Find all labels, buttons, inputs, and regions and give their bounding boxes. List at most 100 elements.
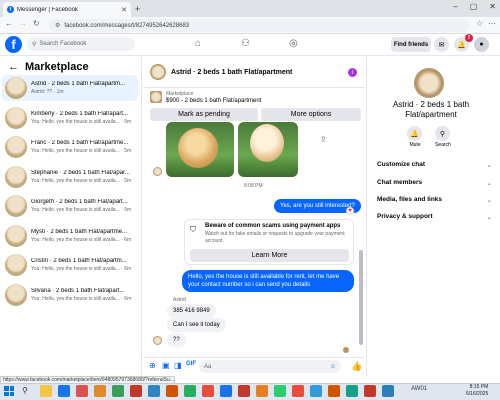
app-icon[interactable] <box>202 385 214 397</box>
url-field[interactable]: ⚙ facebook.com/messages/t/82749526426286… <box>49 19 469 32</box>
chat-members-row[interactable]: Chat members ⌄ <box>377 179 492 187</box>
listing-price[interactable]: $900 - 2 beds 1 bath Flat/apartment <box>166 98 261 104</box>
app-icon[interactable] <box>130 385 142 397</box>
app-icon[interactable] <box>76 385 88 397</box>
listing-thumbnail[interactable] <box>150 91 162 103</box>
emoji-icon[interactable]: ☺ <box>330 364 336 370</box>
sticker-icon[interactable]: ◨ <box>174 361 182 370</box>
conversation-item[interactable]: Stephanie · 2 beds 1 bath Flat/apar... Yo… <box>2 164 138 190</box>
list-title: Marketplace <box>25 61 89 73</box>
facebook-logo-icon[interactable]: f <box>5 36 22 53</box>
more-options-button[interactable]: More options <box>261 108 361 121</box>
app-icon[interactable] <box>310 385 322 397</box>
file-explorer-icon[interactable] <box>40 385 52 397</box>
search-input[interactable]: ⚲ Search Facebook <box>27 37 135 51</box>
gif-icon[interactable]: GIF <box>186 361 196 367</box>
mark-pending-button[interactable]: Mark as pending <box>150 108 258 121</box>
mute-button[interactable]: 🔔 <box>407 126 422 141</box>
conversation-item[interactable]: Astrid · 2 beds 1 bath Flat/apartm... Ast… <box>2 75 138 101</box>
minimize-button[interactable]: – <box>453 2 457 11</box>
star-icon[interactable]: ☆ <box>476 19 483 28</box>
taskbar-search-icon[interactable]: ⚲ <box>22 386 28 395</box>
privacy-support-row[interactable]: Privacy & support ⌄ <box>377 213 492 221</box>
conversation-item[interactable]: Mysti · 2 beds 1 bath Flat/apartme... You… <box>2 223 138 249</box>
new-tab-button[interactable]: + <box>135 4 140 14</box>
app-icon[interactable] <box>94 385 106 397</box>
row-label: Chat members <box>377 179 423 186</box>
conversation-name: Kimberly · 2 beds 1 bath Flat/apart... <box>31 110 129 117</box>
plus-icon[interactable]: ⊕ <box>149 361 156 370</box>
chat-title[interactable]: Astrid · 2 beds 1 bath Flat/apartment <box>171 69 292 76</box>
scam-text: Watch out for fake emails or requests to… <box>205 231 345 244</box>
message-incoming[interactable]: 385 416 9849 <box>167 304 216 319</box>
photo-icon[interactable]: ▣ <box>162 361 170 370</box>
chat-avatar[interactable] <box>150 64 166 80</box>
conversation-item[interactable]: Giorgeth · 2 beds 1 bath Flat/apart... Yo… <box>2 193 138 219</box>
conversation-name: Silvana · 2 beds 1 bath Flat/apart... <box>31 287 125 294</box>
dog-shape <box>178 128 218 168</box>
message-outgoing[interactable]: Hello, yes the house is still available … <box>182 270 354 293</box>
message-incoming[interactable]: Can I see it today <box>167 318 226 333</box>
taskbar-clock[interactable]: 8:15 PM 6/16/2025 <box>466 384 488 397</box>
close-tab-icon[interactable]: ✕ <box>121 6 127 14</box>
app-icon[interactable] <box>328 385 340 397</box>
messenger-icon[interactable]: ✉ <box>434 37 449 52</box>
menu-icon[interactable]: ⋯ <box>488 19 496 28</box>
message-incoming[interactable]: ?? <box>167 333 186 348</box>
browser-tab[interactable]: f Messenger | Facebook ✕ <box>3 2 131 17</box>
seen-indicator <box>343 347 349 353</box>
windows-start-icon[interactable] <box>4 386 14 396</box>
dog-photo-2[interactable] <box>238 122 298 177</box>
app-icon[interactable] <box>238 385 250 397</box>
conversation-avatar <box>5 165 27 188</box>
conversation-item[interactable]: Cristin · 2 beds 1 bath Flat/apartm... Yo… <box>2 252 138 278</box>
reload-icon[interactable]: ↻ <box>33 19 40 28</box>
site-info-icon[interactable]: ⚙ <box>55 22 60 29</box>
conversation-item[interactable]: Franc · 2 beds 1 bath Flat/apartme... You… <box>2 134 138 160</box>
dog-shape <box>250 124 284 162</box>
app-icon[interactable] <box>274 385 286 397</box>
chrome-icon[interactable] <box>58 385 70 397</box>
dog-photo-1[interactable] <box>166 122 234 177</box>
friends-icon[interactable]: ⚇ <box>241 38 250 49</box>
notification-badge: 2 <box>465 34 473 42</box>
forward-icon[interactable]: → <box>19 19 27 28</box>
conversation-avatar <box>5 77 27 99</box>
chat-scrollbar[interactable] <box>359 250 363 345</box>
weather-widget[interactable]: AW01 <box>411 386 427 392</box>
app-icon[interactable] <box>112 385 124 397</box>
details-avatar[interactable] <box>414 68 444 98</box>
home-icon[interactable]: ⌂ <box>195 38 201 49</box>
conversation-item[interactable]: Silvana · 2 beds 1 bath Flat/apart... You… <box>2 282 138 308</box>
back-arrow-icon[interactable]: ← <box>8 61 19 73</box>
groups-icon[interactable]: ◎ <box>289 38 298 49</box>
customize-chat-row[interactable]: Customize chat ⌄ <box>377 161 492 169</box>
close-window-button[interactable]: ✕ <box>489 2 496 11</box>
app-icon[interactable] <box>184 385 196 397</box>
heart-reaction-icon[interactable]: ♥ <box>346 207 354 215</box>
maximize-button[interactable]: ▢ <box>470 2 478 11</box>
conversation-item[interactable]: Kimberly · 2 beds 1 bath Flat/apart... Yo… <box>2 105 138 131</box>
search-chat-button[interactable]: ⚲ <box>435 126 450 141</box>
conversation-text: Franc · 2 beds 1 bath Flat/apartme... You… <box>31 140 138 154</box>
app-icon[interactable] <box>292 385 304 397</box>
like-icon[interactable]: 👍 <box>351 361 362 372</box>
share-icon[interactable]: ⇪ <box>320 135 327 144</box>
back-icon[interactable]: ← <box>5 19 13 28</box>
app-icon[interactable] <box>166 385 178 397</box>
app-icon[interactable] <box>382 385 394 397</box>
conversation-avatar <box>5 136 27 158</box>
chat-info-icon[interactable]: i <box>348 68 357 77</box>
media-files-row[interactable]: Media, files and links ⌄ <box>377 196 492 204</box>
app-icon[interactable] <box>256 385 268 397</box>
app-icon[interactable] <box>220 385 232 397</box>
search-label: Search <box>435 142 451 148</box>
row-label: Privacy & support <box>377 213 433 220</box>
profile-avatar[interactable]: ● <box>474 37 489 52</box>
learn-more-button[interactable]: Learn More <box>190 249 349 262</box>
app-icon[interactable] <box>346 385 358 397</box>
find-friends-button[interactable]: Find friends <box>391 37 431 52</box>
app-icon[interactable] <box>148 385 160 397</box>
message-input[interactable]: Aa ☺ <box>199 360 341 373</box>
app-icon[interactable] <box>364 385 376 397</box>
